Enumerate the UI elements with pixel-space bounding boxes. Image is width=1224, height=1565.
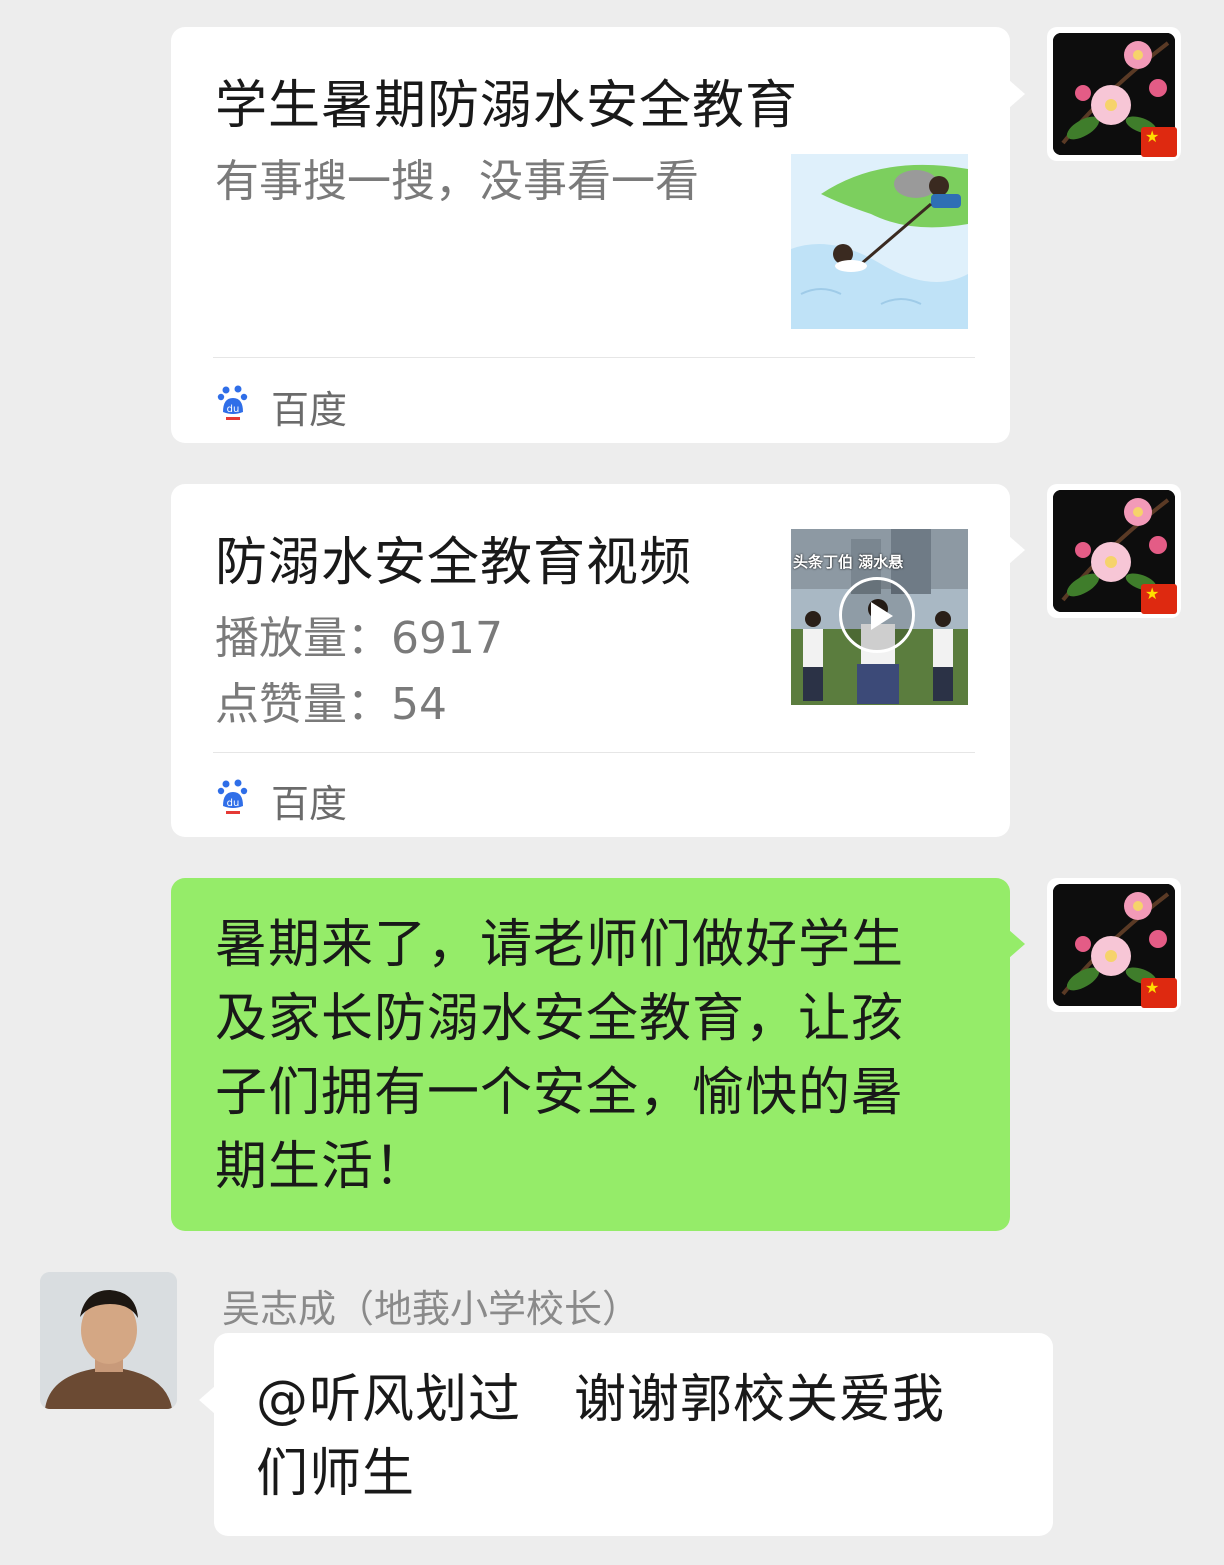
baidu-paw-icon: du [217, 778, 249, 814]
card-source-label: 百度 [271, 782, 348, 826]
video-thumbnail[interactable]: 头条丁伯 溺水悬 [791, 529, 968, 705]
bubble-tail [1009, 80, 1025, 108]
message-text: @听风划过 谢谢郭校关爱我 们师生 [256, 1363, 945, 1511]
china-flag-icon: ★ [1141, 127, 1177, 157]
play-count-label: 播放量： [215, 613, 391, 664]
card-divider [213, 752, 975, 753]
card-divider [213, 357, 975, 358]
card-thumbnail [791, 154, 968, 329]
message-line: 及家长防溺水安全教育，让孩 [215, 989, 905, 1049]
bubble-tail [1009, 930, 1025, 958]
self-avatar[interactable]: ★ [1047, 878, 1181, 1012]
china-flag-icon: ★ [1141, 584, 1177, 614]
svg-text:du: du [227, 798, 240, 809]
china-flag-icon: ★ [1141, 978, 1177, 1008]
self-text-bubble[interactable]: 暑期来了，请老师们做好学生 及家长防溺水安全教育，让孩 子们拥有一个安全，愉快的… [171, 878, 1010, 1231]
message-line: @听风划过 谢谢郭校关爱我 [256, 1370, 946, 1430]
bubble-tail [199, 1386, 215, 1414]
like-count-label: 点赞量： [215, 679, 391, 730]
message-line: 子们拥有一个安全，愉快的暑 [215, 1063, 905, 1123]
baidu-paw-icon: du [217, 384, 249, 420]
card-title: 学生暑期防溺水安全教育 [215, 76, 799, 136]
self-avatar[interactable]: ★ [1047, 27, 1181, 161]
like-count: 点赞量：54 [215, 668, 447, 732]
play-count: 播放量：6917 [215, 602, 503, 666]
message-line: 暑期来了，请老师们做好学生 [215, 915, 905, 975]
bubble-tail [1009, 536, 1025, 564]
card-source-label: 百度 [271, 388, 348, 432]
message-line: 们师生 [256, 1444, 416, 1504]
svg-text:du: du [227, 404, 240, 415]
like-count-value: 54 [391, 679, 447, 730]
play-count-value: 6917 [391, 613, 503, 664]
card-description: 有事搜一搜，没事看一看 [215, 156, 699, 207]
card-title: 防溺水安全教育视频 [215, 533, 693, 593]
contact-avatar[interactable] [40, 1272, 177, 1409]
video-card[interactable]: 防溺水安全教育视频 播放量：6917 点赞量：54 头条丁伯 溺水悬 du 百度 [171, 484, 1010, 837]
link-card[interactable]: 学生暑期防溺水安全教育 有事搜一搜，没事看一看 du 百度 [171, 27, 1010, 443]
incoming-text-bubble[interactable]: @听风划过 谢谢郭校关爱我 们师生 [214, 1333, 1053, 1536]
sender-name: 吴志成（地莪小学校长） [222, 1287, 641, 1331]
self-avatar[interactable]: ★ [1047, 484, 1181, 618]
message-line: 期生活！ [215, 1137, 428, 1197]
message-text: 暑期来了，请老师们做好学生 及家长防溺水安全教育，让孩 子们拥有一个安全，愉快的… [215, 908, 904, 1204]
play-icon[interactable] [839, 577, 915, 653]
thumbnail-caption: 头条丁伯 溺水悬 [793, 553, 904, 571]
